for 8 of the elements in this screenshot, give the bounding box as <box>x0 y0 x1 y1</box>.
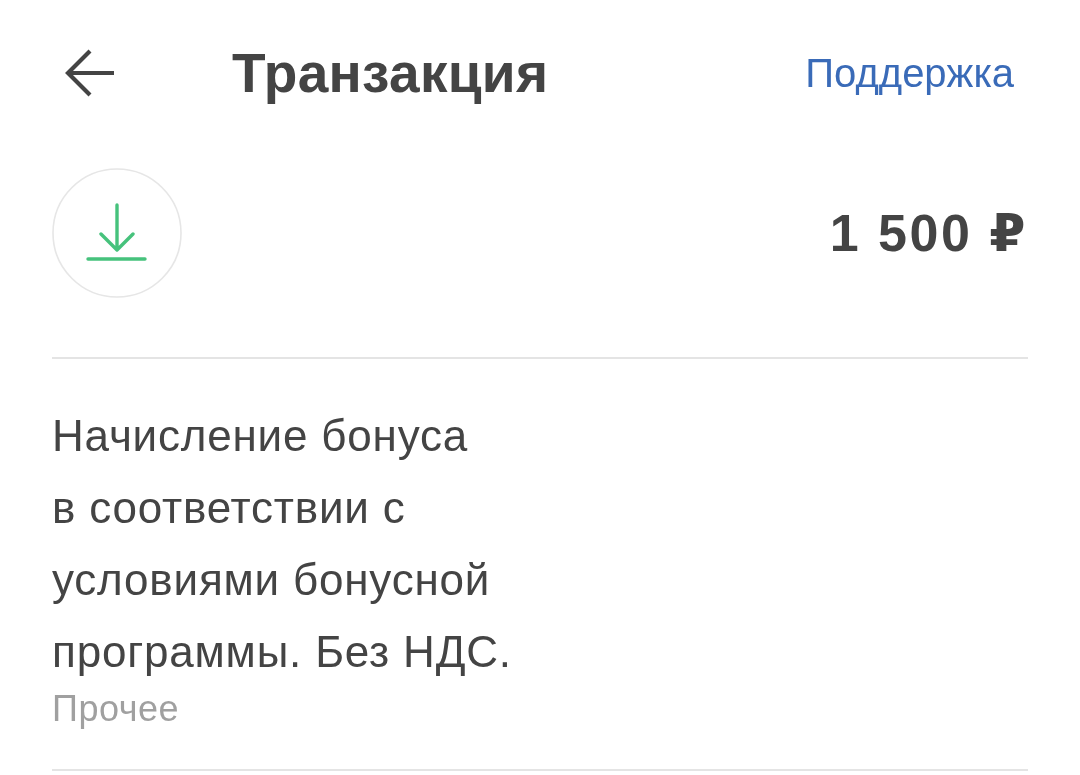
back-icon <box>64 48 116 98</box>
amount-text: 1 500 ₽ <box>829 202 1028 264</box>
category-text: Прочее <box>52 688 180 730</box>
back-button[interactable] <box>64 48 116 98</box>
description-text: Начисление бонуса в соответствии с условиями бонусной программы. Без НДС. <box>52 410 513 678</box>
screen-title: Транзакция <box>232 41 549 106</box>
support-link[interactable]: Поддержка <box>805 49 1014 97</box>
download-icon <box>52 168 182 298</box>
